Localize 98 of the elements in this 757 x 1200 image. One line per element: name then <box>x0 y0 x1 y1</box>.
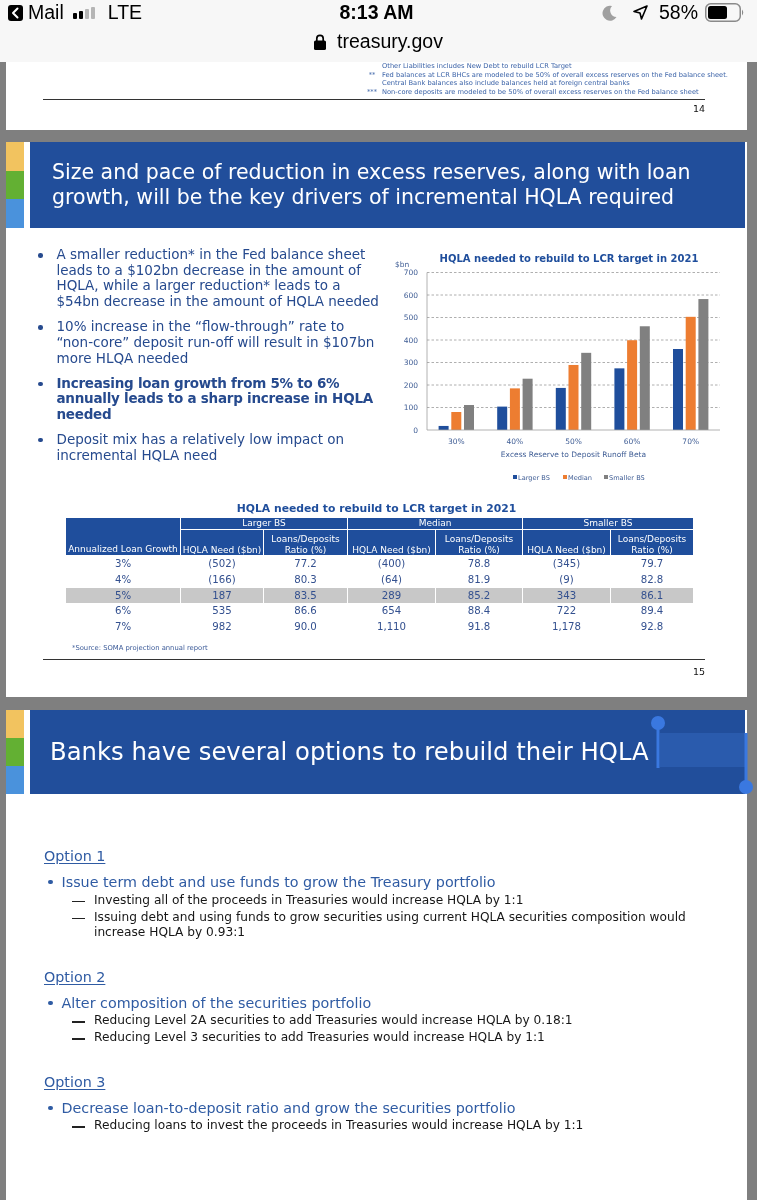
slide-title: Banks have several options to rebuild their HQLA <box>49 738 649 766</box>
sub-bullet-text: Reducing Level 3 securities to add Treasuries would increase HQLA by 1:1 <box>94 1030 546 1046</box>
table-cell: 5% <box>65 587 181 604</box>
bullet-icon <box>48 879 53 885</box>
dash-icon <box>72 1126 85 1128</box>
table-cell: 77.2 <box>263 555 348 572</box>
chart-bar <box>555 387 566 430</box>
option-heading: Option 1 <box>44 847 107 865</box>
table-title: HQLA needed to rebuild to LCR target in 2021 <box>235 503 518 515</box>
table-cell: 86.1 <box>610 587 694 604</box>
column-header: Loans/Deposits Ratio (%) <box>435 529 523 556</box>
dash-icon <box>72 1021 85 1023</box>
table-cell: (502) <box>180 555 264 572</box>
table-cell: 79.7 <box>610 555 694 572</box>
table-cell: 90.0 <box>263 619 348 635</box>
table-cell: 89.4 <box>610 603 694 620</box>
table-cell: 1,178 <box>522 619 611 635</box>
sub-bullet-text: Reducing Level 2A securities to add Treasuries would increase HQLA by 0.18:1 <box>94 1013 574 1029</box>
table-cell: 4% <box>65 571 181 588</box>
table-cell: 3% <box>65 555 181 572</box>
moon-icon <box>601 4 617 21</box>
dash-icon <box>72 1038 85 1040</box>
table-cell: (64) <box>347 571 436 588</box>
sub-bullet-text: Investing all of the proceeds in Treasuries would increase HQLA by 1:1 <box>94 892 525 909</box>
chart-bar <box>568 365 579 430</box>
bullet-icon <box>48 1000 53 1006</box>
table-cell: 86.6 <box>263 603 348 620</box>
network-type-label: LTE <box>107 2 143 23</box>
address-bar[interactable]: treasury.gov <box>314 31 443 52</box>
column-header: HQLA Need ($bn) <box>347 529 436 556</box>
sub-bullet-text: Issuing debt and using funds to grow securities using current HQLA securities composition would increase HQLA by 0.93:1 <box>94 909 687 941</box>
table-cell: 289 <box>347 587 436 604</box>
table-cell: 91.8 <box>435 619 523 635</box>
table-cell: 80.3 <box>263 571 348 588</box>
table-cell: 83.5 <box>263 587 348 604</box>
table-cell: 343 <box>522 587 611 604</box>
page-number: 14 <box>691 103 705 116</box>
chart-bar <box>438 425 449 430</box>
table-cell: (166) <box>180 571 264 588</box>
bullet-icon <box>48 1105 53 1111</box>
lock-icon <box>314 33 327 50</box>
bullet-icon <box>38 437 43 443</box>
chart-bar <box>451 412 462 430</box>
battery-icon <box>705 3 745 22</box>
bullet-text: A smaller reduction* in the Fed balance sheet leads to a $102bn decrease in the amount of HQLA, while a larger reduction* leads to a $54bn decrease in the amount of HQLA needed <box>56 247 380 310</box>
table-cell: 81.9 <box>435 571 523 588</box>
clock-time: 8:13 AM <box>339 2 414 23</box>
option-heading: Option 2 <box>44 967 107 986</box>
table-cell: 92.8 <box>610 619 694 635</box>
chart-bar <box>464 405 474 430</box>
bullet-text: Issue term debt and use funds to grow the Treasury portfolio <box>61 873 496 891</box>
table-cell: 982 <box>180 619 264 635</box>
table-cell: 535 <box>180 603 264 620</box>
chart-bar <box>614 368 625 430</box>
table-cell: 85.2 <box>435 587 523 604</box>
group-header: Median <box>347 517 523 530</box>
group-header: Smaller BS <box>522 517 694 530</box>
battery-percent: 58% <box>658 2 698 23</box>
bullet-icon <box>38 253 43 258</box>
column-header: Loans/Deposits Ratio (%) <box>263 529 348 556</box>
chart-bar <box>522 378 533 430</box>
table-cell: 722 <box>522 603 611 620</box>
sub-bullet-text: Reducing loans to invest the proceeds in Treasuries would increase HQLA by 1:1 <box>94 1118 585 1135</box>
bullet-icon <box>38 381 43 386</box>
table-cell: 654 <box>347 603 436 620</box>
signal-strength-icon <box>72 6 95 19</box>
chart-title: HQLA needed to rebuild to LCR target in 2021 <box>439 252 699 264</box>
table-cell: 187 <box>180 587 264 604</box>
back-chevron-icon <box>8 4 23 21</box>
column-header: Annualized Loan Growth <box>65 517 181 556</box>
bullet-text: 10% increase in the “flow-through” rate to “non-core” deposit run-off will result in $107bn more HLQA needed <box>56 319 376 367</box>
table-cell: 78.8 <box>435 555 523 572</box>
bullet-text: Increasing loan growth from 5% to 6% annually leads to a sharp increase in HQLA needed <box>56 375 374 423</box>
table-cell: 1,110 <box>347 619 436 635</box>
dash-icon <box>72 900 85 902</box>
table-cell: (9) <box>522 571 611 588</box>
bullet-text: Alter composition of the securities portfolio <box>61 993 372 1012</box>
table-cell: 7% <box>65 619 181 635</box>
column-header: Loans/Deposits Ratio (%) <box>610 529 694 556</box>
page-number: 15 <box>691 666 705 678</box>
group-header: Larger BS <box>180 517 348 530</box>
bullet-icon <box>38 325 43 330</box>
bullet-text: Decrease loan-to-deposit ratio and grow the securities portfolio <box>61 1098 516 1117</box>
table-cell: (345) <box>522 555 611 572</box>
selection-start-handle-icon[interactable] <box>651 716 665 768</box>
back-button[interactable]: Mail <box>8 2 64 23</box>
table-cell: 88.4 <box>435 603 523 620</box>
table-cell: (400) <box>347 555 436 572</box>
column-header: HQLA Need ($bn) <box>522 529 611 556</box>
slide-title: Size and pace of reduction in excess reserves, along with loan growth, will be the key drivers of incremental HQLA required <box>51 160 692 210</box>
table-cell: 6% <box>65 603 181 620</box>
dash-icon <box>72 917 85 919</box>
column-header: HQLA Need ($bn) <box>180 529 264 556</box>
location-arrow-icon <box>632 5 648 20</box>
bullet-text: Deposit mix has a relatively low impact on incremental HQLA need <box>56 431 346 464</box>
option-heading: Option 3 <box>44 1072 107 1091</box>
selection-end-handle-icon[interactable] <box>739 733 753 794</box>
table-cell: 82.8 <box>610 571 694 588</box>
